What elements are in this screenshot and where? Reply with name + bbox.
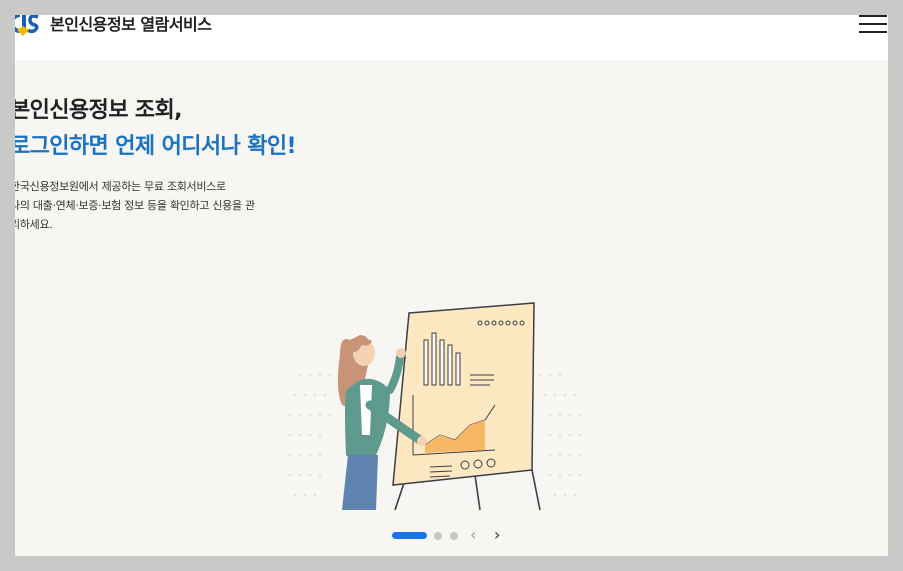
menu-bar bbox=[859, 31, 887, 33]
hero-headline: 본인신용정보 조회, bbox=[15, 98, 183, 123]
hero-description: 한국신용정보원에서 제공하는 무료 조회서비스로 나의 대출·연체·보증·보험 … bbox=[15, 177, 300, 234]
hamburger-menu-icon[interactable] bbox=[859, 15, 887, 35]
carousel-pager: ‹ › bbox=[392, 527, 512, 543]
menu-bar bbox=[859, 23, 887, 25]
chart-board bbox=[392, 302, 535, 486]
site-title[interactable]: 본인신용정보 열람서비스 bbox=[50, 15, 212, 35]
description-line: 리하세요. bbox=[15, 218, 53, 231]
pager-dot-active[interactable] bbox=[392, 532, 427, 539]
main-frame: 본인신용정보 열람서비스 본인신용정보 조회, 로그인하면 언제 어디서나 확인… bbox=[15, 15, 888, 556]
chevron-right-icon[interactable]: › bbox=[494, 527, 500, 543]
hero-subheadline: 로그인하면 언제 어디서나 확인! bbox=[15, 134, 297, 159]
chevron-left-icon[interactable]: ‹ bbox=[470, 527, 476, 543]
hero-banner: 본인신용정보 조회, 로그인하면 언제 어디서나 확인! 한국신용정보원에서 제… bbox=[15, 60, 888, 556]
cis-logo-icon[interactable] bbox=[15, 15, 41, 37]
pager-dot[interactable] bbox=[450, 532, 458, 540]
menu-bar bbox=[859, 15, 887, 17]
pager-dot[interactable] bbox=[434, 532, 442, 540]
header: 본인신용정보 열람서비스 bbox=[15, 15, 888, 60]
presenter-with-chart-board-illustration bbox=[288, 302, 582, 511]
description-line: 한국신용정보원에서 제공하는 무료 조회서비스로 bbox=[15, 180, 226, 193]
description-line: 나의 대출·연체·보증·보험 정보 등을 확인하고 신용을 관 bbox=[15, 199, 255, 212]
